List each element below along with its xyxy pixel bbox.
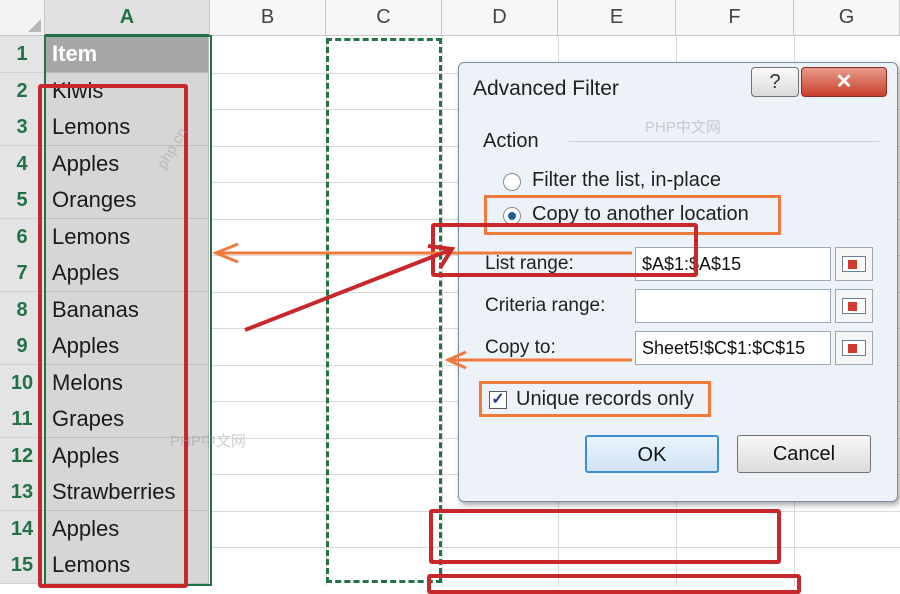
annotation-arrows — [212, 242, 632, 370]
arrow-red-to-list-range — [244, 248, 451, 332]
